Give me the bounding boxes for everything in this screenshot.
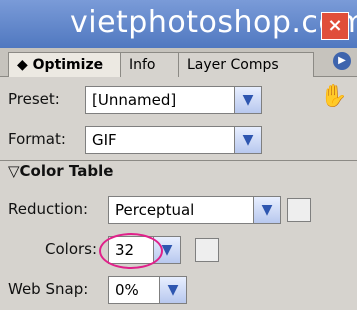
- reduction-label: Reduction:: [8, 200, 89, 218]
- panel-menu-icon[interactable]: ▶: [333, 52, 351, 70]
- chevron-down-icon[interactable]: ▼: [234, 86, 262, 114]
- highlight-circle: [99, 233, 163, 269]
- color-table-section[interactable]: ▽Color Table: [8, 162, 113, 180]
- chevron-down-icon[interactable]: ▼: [159, 276, 187, 304]
- window-title: vietphotoshop.com: [70, 5, 357, 40]
- optimize-icon[interactable]: ✋: [320, 84, 347, 109]
- tab-optimize[interactable]: ◆ Optimize: [8, 52, 131, 77]
- tab-info[interactable]: Info: [120, 52, 186, 77]
- tab-layer-comps[interactable]: Layer Comps: [178, 52, 314, 77]
- reduction-row: Reduction: Perceptual ▼: [0, 190, 357, 230]
- divider: [0, 160, 357, 161]
- optimize-panel: vietphotoshop.com × ◆ Optimize Info Laye…: [0, 0, 357, 310]
- tab-bar: ◆ Optimize Info Layer Comps ▶: [0, 48, 357, 77]
- format-label: Format:: [8, 130, 66, 148]
- format-row: Format: GIF ▼: [0, 120, 357, 160]
- preset-row: Preset: [Unnamed] ▼ ✋: [0, 80, 357, 120]
- colors-row: Colors: 32 ▼: [0, 230, 357, 270]
- reduction-field[interactable]: Perceptual: [108, 196, 254, 224]
- web-snap-row: Web Snap: 0% ▼: [0, 270, 357, 310]
- close-button[interactable]: ×: [321, 12, 349, 40]
- web-snap-field[interactable]: 0%: [108, 276, 160, 304]
- preset-field[interactable]: [Unnamed]: [85, 86, 235, 114]
- window-titlebar: vietphotoshop.com ×: [0, 0, 357, 48]
- colors-label: Colors:: [45, 240, 98, 258]
- web-snap-label: Web Snap:: [8, 280, 89, 298]
- preset-label: Preset:: [8, 90, 60, 108]
- chevron-down-icon[interactable]: ▼: [234, 126, 262, 154]
- chevron-down-icon[interactable]: ▼: [253, 196, 281, 224]
- format-field[interactable]: GIF: [85, 126, 235, 154]
- swatch-icon[interactable]: [287, 198, 311, 222]
- swatch-icon[interactable]: [195, 238, 219, 262]
